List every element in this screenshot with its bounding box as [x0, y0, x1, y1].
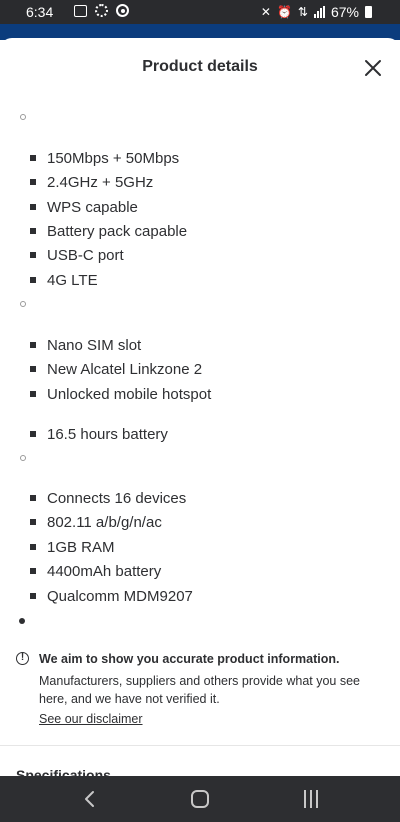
battery-percent: 67%: [330, 4, 359, 20]
bullet: [30, 366, 36, 372]
bullet: [30, 342, 36, 348]
list-item: Nano SIM slot: [30, 337, 141, 355]
list-item: 150Mbps + 50Mbps: [30, 150, 179, 168]
bullet: [30, 593, 36, 599]
back-icon[interactable]: [80, 788, 100, 810]
list-item: 4G LTE: [30, 272, 98, 290]
bullet: [30, 495, 36, 501]
record-icon: [116, 4, 129, 17]
list-item: WPS capable: [30, 199, 138, 217]
divider: [0, 745, 400, 746]
signal-icon: [313, 6, 325, 18]
close-icon[interactable]: [361, 56, 385, 80]
outer-bullet: [20, 301, 26, 307]
info-icon: !: [16, 652, 29, 665]
mute-vibrate-icon: ✕: [260, 5, 271, 19]
list-item: New Alcatel Linkzone 2: [30, 361, 202, 379]
recents-icon[interactable]: [304, 790, 322, 808]
bullet: [30, 568, 36, 574]
bullet: [30, 179, 36, 185]
specifications-heading[interactable]: Specifications: [16, 767, 111, 776]
product-details-sheet: Product details 150Mbps + 50Mbps 2.4GHz …: [0, 38, 400, 776]
outer-bullet: [20, 455, 26, 461]
list-item: Unlocked mobile hotspot: [30, 386, 211, 404]
list-item: Battery pack capable: [30, 223, 187, 241]
bullet: [30, 277, 36, 283]
list-item: 4400mAh battery: [30, 563, 161, 581]
bullet: [30, 544, 36, 550]
bullet: [30, 431, 36, 437]
list-item: Connects 16 devices: [30, 490, 186, 508]
outer-bullet: [19, 618, 25, 624]
status-right-icons: ✕ ⏰ ⇅ 67%: [261, 4, 372, 20]
outer-bullet: [20, 114, 26, 120]
list-item: USB-C port: [30, 247, 124, 265]
bullet: [30, 252, 36, 258]
notice-body: Manufacturers, suppliers and others prov…: [39, 674, 361, 706]
notice-title: We aim to show you accurate product info…: [39, 652, 340, 666]
fan-icon: [95, 4, 108, 17]
data-icon: ⇅: [297, 5, 308, 19]
status-time: 6:34: [26, 4, 54, 20]
status-bar: 6:34 ✕ ⏰ ⇅ 67%: [0, 0, 400, 24]
list-item: 16.5 hours battery: [30, 426, 168, 444]
list-item: 1GB RAM: [30, 539, 115, 557]
battery-icon: [365, 6, 372, 18]
alarm-icon: ⏰: [276, 5, 292, 19]
status-left-icons: [74, 4, 129, 17]
system-nav-bar: [0, 776, 400, 822]
bullet: [30, 228, 36, 234]
sheet-title: Product details: [142, 58, 258, 75]
home-icon[interactable]: [191, 790, 209, 808]
bullet: [30, 204, 36, 210]
list-item: Qualcomm MDM9207: [30, 588, 193, 606]
bullet: [30, 519, 36, 525]
bullet: [30, 391, 36, 397]
list-item: 802.11 a/b/g/n/ac: [30, 514, 162, 532]
photo-icon: [74, 5, 87, 17]
list-item: 2.4GHz + 5GHz: [30, 174, 153, 192]
bullet: [30, 155, 36, 161]
disclaimer-link[interactable]: See our disclaimer: [39, 712, 143, 726]
